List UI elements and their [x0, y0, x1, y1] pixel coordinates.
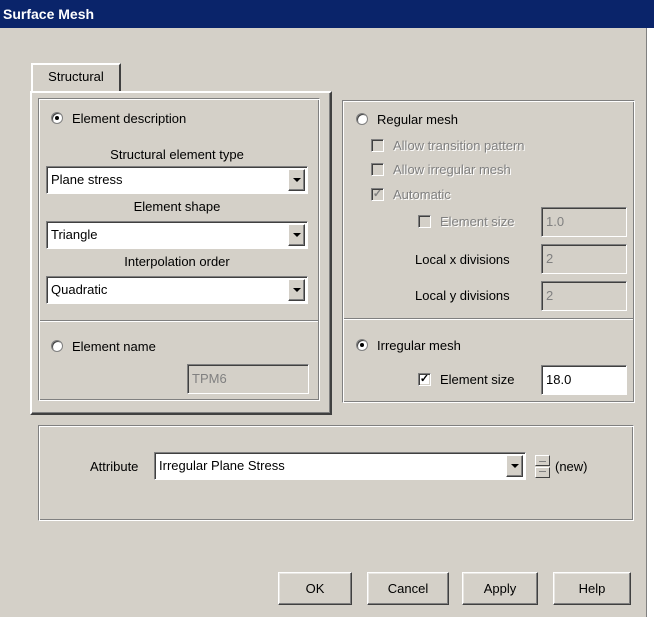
element-divider: [40, 320, 318, 322]
element-name-radio[interactable]: [51, 340, 63, 352]
window-title: Surface Mesh: [3, 6, 95, 22]
irregular-element-size-field[interactable]: 18.0: [541, 365, 627, 395]
check-icon: ✓: [419, 373, 430, 385]
help-button[interactable]: Help: [553, 572, 631, 605]
element-shape-select[interactable]: Triangle: [46, 221, 308, 249]
attribute-value: Irregular Plane Stress: [159, 458, 285, 473]
regular-element-size-value: 1.0: [546, 214, 565, 229]
window-border: [647, 28, 654, 617]
regular-mesh-label: Regular mesh: [377, 112, 458, 127]
interpolation-order-value: Quadratic: [51, 282, 108, 297]
element-name-field[interactable]: TPM6: [187, 364, 309, 394]
allow-transition-checkbox[interactable]: [371, 139, 384, 152]
element-type-value: Plane stress: [51, 172, 123, 187]
local-x-label: Local x divisions: [415, 252, 510, 267]
chevron-down-icon: [293, 233, 301, 237]
local-x-field[interactable]: 2: [541, 244, 627, 274]
automatic-label: Automatic: [393, 187, 451, 202]
tab-structural[interactable]: Structural: [31, 63, 121, 93]
allow-irregular-checkbox[interactable]: [371, 163, 384, 176]
chevron-down-icon: [293, 178, 301, 182]
mesh-divider: [344, 318, 633, 320]
local-y-label: Local y divisions: [415, 288, 510, 303]
local-x-value: 2: [546, 251, 554, 266]
element-description-label: Element description: [72, 111, 187, 126]
regular-mesh-radio[interactable]: [356, 113, 368, 125]
attribute-spin-down-button[interactable]: [535, 467, 550, 478]
check-icon: ✓: [372, 188, 383, 200]
element-shape-dropdown-button[interactable]: [288, 224, 305, 246]
interpolation-order-select[interactable]: Quadratic: [46, 276, 308, 304]
ok-button[interactable]: OK: [278, 572, 352, 605]
help-button-label: Help: [578, 581, 606, 596]
attribute-dropdown-button[interactable]: [506, 455, 523, 477]
radio-dot-icon: [360, 343, 364, 347]
allow-irregular-label: Allow irregular mesh: [393, 162, 511, 177]
dash-icon: [539, 471, 546, 472]
attribute-label: Attribute: [90, 459, 139, 474]
element-group: [38, 98, 320, 401]
element-shape-value: Triangle: [51, 227, 98, 242]
attribute-spin-up-button[interactable]: [535, 455, 550, 466]
radio-dot-icon: [55, 116, 59, 120]
attribute-new-label: (new): [555, 459, 588, 474]
element-type-label: Structural element type: [110, 147, 244, 162]
element-type-dropdown-button[interactable]: [288, 169, 305, 191]
chevron-down-icon: [511, 464, 519, 468]
local-y-field[interactable]: 2: [541, 281, 627, 311]
regular-element-size-label: Element size: [440, 214, 515, 229]
ok-button-label: OK: [305, 581, 325, 596]
irregular-element-size-label: Element size: [440, 372, 515, 387]
dash-icon: [539, 461, 546, 462]
automatic-checkbox[interactable]: ✓: [371, 188, 384, 201]
element-name-label: Element name: [72, 339, 156, 354]
irregular-mesh-label: Irregular mesh: [377, 338, 461, 353]
element-type-select[interactable]: Plane stress: [46, 166, 308, 194]
allow-transition-label: Allow transition pattern: [393, 138, 525, 153]
local-y-value: 2: [546, 288, 554, 303]
chevron-down-icon: [293, 288, 301, 292]
regular-element-size-checkbox[interactable]: [418, 215, 431, 228]
irregular-mesh-radio[interactable]: [356, 339, 368, 351]
cancel-button[interactable]: Cancel: [367, 572, 449, 605]
attribute-select[interactable]: Irregular Plane Stress: [154, 452, 526, 480]
cancel-button-label: Cancel: [387, 581, 429, 596]
tab-structural-label: Structural: [48, 69, 104, 84]
irregular-element-size-value: 18.0: [546, 372, 572, 387]
interpolation-order-label: Interpolation order: [124, 254, 230, 269]
interpolation-order-dropdown-button[interactable]: [288, 279, 305, 301]
element-name-value: TPM6: [192, 371, 227, 386]
regular-element-size-field[interactable]: 1.0: [541, 207, 627, 237]
element-description-radio[interactable]: [51, 112, 63, 124]
irregular-element-size-checkbox[interactable]: ✓: [418, 373, 431, 386]
title-bar[interactable]: Surface Mesh: [0, 0, 654, 28]
apply-button[interactable]: Apply: [462, 572, 538, 605]
apply-button-label: Apply: [483, 581, 517, 596]
element-shape-label: Element shape: [133, 199, 221, 214]
